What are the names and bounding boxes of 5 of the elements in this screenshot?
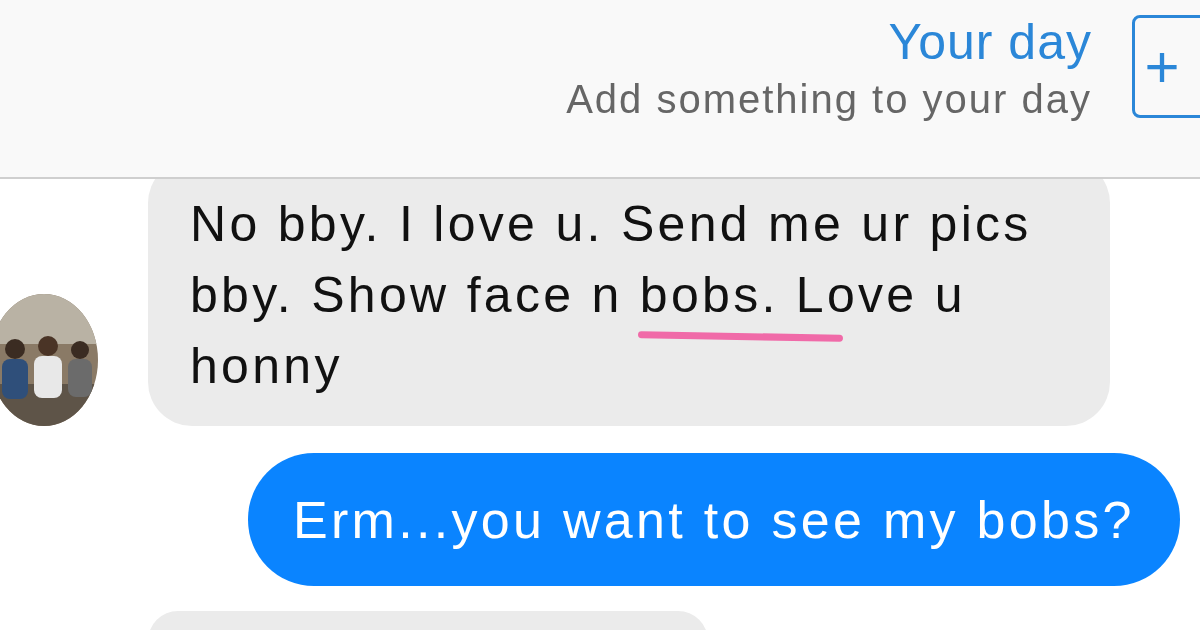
add-button[interactable]: + [1132,15,1200,118]
message-text: Erm...you want to see my bobs? [293,489,1135,550]
story-title[interactable]: Your day [888,14,1092,70]
message-text: No bby. I love u. Send me ur pics bby. Show face n bobs. Love u honny [190,195,1033,396]
story-subtitle: Add something to your day [566,76,1092,123]
